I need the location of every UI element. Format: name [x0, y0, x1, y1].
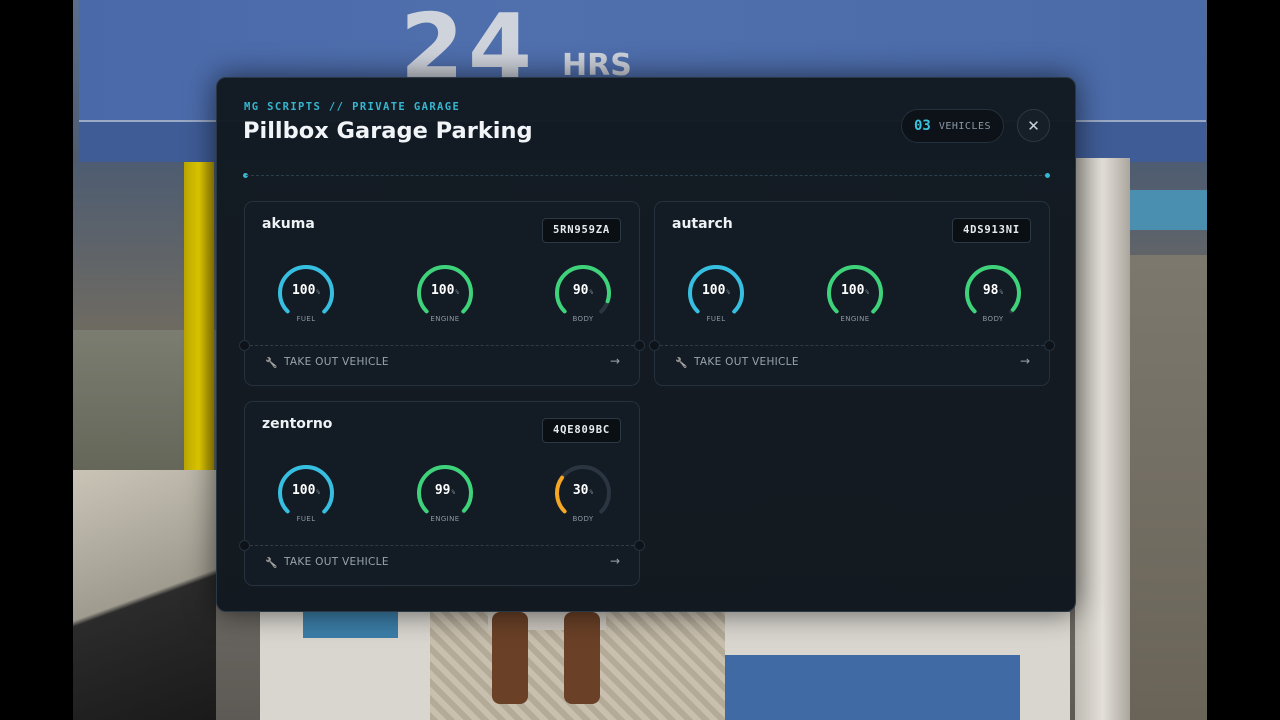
fuel-value-number: 100: [291, 283, 316, 298]
fuel-label: FUEL: [706, 315, 726, 323]
background-character-leg-left: [492, 612, 528, 704]
engine-value: 100%: [413, 283, 477, 298]
vehicle-count-number: 03: [913, 118, 931, 134]
take-out-label: TAKE OUT VEHICLE: [284, 356, 389, 368]
body-value-number: 90: [572, 283, 589, 298]
engine-value: 99%: [413, 483, 477, 498]
wrench-icon: 🔧: [675, 358, 688, 369]
card-notch-right: [634, 340, 645, 351]
close-button[interactable]: ✕: [1017, 109, 1050, 142]
card-notch-right: [1044, 340, 1055, 351]
vehicle-card: zentorno 4QE809BC 100% FUEL 99% ENGINE 30% BODY…: [239, 401, 645, 586]
divider-dot-right: [1045, 173, 1050, 178]
background-blue-panel: [725, 655, 1020, 720]
vehicle-count-badge: 03 VEHICLES: [901, 109, 1004, 143]
license-plate: 4DS913NI: [952, 218, 1031, 243]
engine-label: ENGINE: [430, 515, 460, 523]
vehicle-count-label: VEHICLES: [938, 120, 992, 132]
letterbox-left: [0, 0, 73, 720]
percent-sign: %: [451, 489, 456, 496]
percent-sign: %: [589, 489, 594, 496]
panel-title: Pillbox Garage Parking: [243, 118, 533, 144]
fuel-gauge: 100% FUEL: [274, 461, 338, 527]
body-value: 90%: [551, 283, 615, 298]
percent-sign: %: [316, 489, 321, 496]
fuel-label: FUEL: [296, 315, 316, 323]
wrench-icon: 🔧: [265, 358, 278, 369]
percent-sign: %: [999, 289, 1004, 296]
background-blue-rail: [1125, 190, 1207, 230]
fuel-label: FUEL: [296, 515, 316, 523]
background-yellow-pole: [184, 162, 214, 472]
wrench-icon: 🔧: [265, 558, 278, 569]
fuel-value: 100%: [274, 483, 338, 498]
arrow-right-icon: →: [609, 354, 620, 368]
engine-value: 100%: [823, 283, 887, 298]
vehicle-name: akuma: [262, 216, 315, 232]
body-label: BODY: [572, 515, 594, 523]
take-out-vehicle-button[interactable]: 🔧 TAKE OUT VEHICLE →: [245, 352, 639, 385]
engine-value-number: 99: [434, 483, 451, 498]
card-notch-left: [239, 540, 250, 551]
background-curb: [73, 470, 216, 720]
body-label: BODY: [572, 315, 594, 323]
background-pillar: [1075, 158, 1130, 720]
background-blue-sign: [303, 612, 398, 638]
fuel-gauge: 100% FUEL: [274, 261, 338, 327]
fuel-value: 100%: [274, 283, 338, 298]
panel-subtitle: MG SCRIPTS // PRIVATE GARAGE: [244, 101, 461, 113]
engine-value-number: 100: [840, 283, 865, 298]
background-character-leg-right: [564, 612, 600, 704]
header-divider: [246, 175, 1047, 176]
card-divider: [245, 345, 639, 346]
body-value: 30%: [551, 483, 615, 498]
percent-sign: %: [316, 289, 321, 296]
body-gauge: 98% BODY: [961, 261, 1025, 327]
fuel-gauge: 100% FUEL: [684, 261, 748, 327]
close-icon: ✕: [1027, 117, 1040, 135]
fuel-value: 100%: [684, 283, 748, 298]
body-value-number: 98: [982, 283, 999, 298]
percent-sign: %: [455, 289, 460, 296]
card-notch-left: [239, 340, 250, 351]
engine-value-number: 100: [430, 283, 455, 298]
license-plate: 5RN959ZA: [542, 218, 621, 243]
engine-gauge: 100% ENGINE: [413, 261, 477, 327]
body-gauge: 30% BODY: [551, 461, 615, 527]
arrow-right-icon: →: [1019, 354, 1030, 368]
body-value: 98%: [961, 283, 1025, 298]
arrow-right-icon: →: [609, 554, 620, 568]
vehicle-card: autarch 4DS913NI 100% FUEL 100% ENGINE 98% BODY…: [649, 201, 1055, 386]
vehicle-name: autarch: [672, 216, 733, 232]
engine-gauge: 100% ENGINE: [823, 261, 887, 327]
letterbox-right: [1207, 0, 1280, 720]
take-out-vehicle-button[interactable]: 🔧 TAKE OUT VEHICLE →: [245, 552, 639, 585]
body-label: BODY: [982, 315, 1004, 323]
background-ground-right: [1120, 255, 1207, 720]
garage-panel: MG SCRIPTS // PRIVATE GARAGE Pillbox Gar…: [216, 77, 1076, 612]
card-divider: [245, 545, 639, 546]
card-notch-left: [649, 340, 660, 351]
take-out-label: TAKE OUT VEHICLE: [694, 356, 799, 368]
vehicle-card: akuma 5RN959ZA 100% FUEL 100% ENGINE 90% BODY 🔧 T…: [239, 201, 645, 386]
body-gauge: 90% BODY: [551, 261, 615, 327]
body-value-number: 30: [572, 483, 589, 498]
license-plate: 4QE809BC: [542, 418, 621, 443]
percent-sign: %: [865, 289, 870, 296]
engine-label: ENGINE: [840, 315, 870, 323]
vehicle-name: zentorno: [262, 416, 333, 432]
card-notch-right: [634, 540, 645, 551]
percent-sign: %: [726, 289, 731, 296]
fuel-value-number: 100: [701, 283, 726, 298]
take-out-vehicle-button[interactable]: 🔧 TAKE OUT VEHICLE →: [655, 352, 1049, 385]
percent-sign: %: [589, 289, 594, 296]
engine-label: ENGINE: [430, 315, 460, 323]
card-divider: [655, 345, 1049, 346]
fuel-value-number: 100: [291, 483, 316, 498]
engine-gauge: 99% ENGINE: [413, 461, 477, 527]
take-out-label: TAKE OUT VEHICLE: [284, 556, 389, 568]
